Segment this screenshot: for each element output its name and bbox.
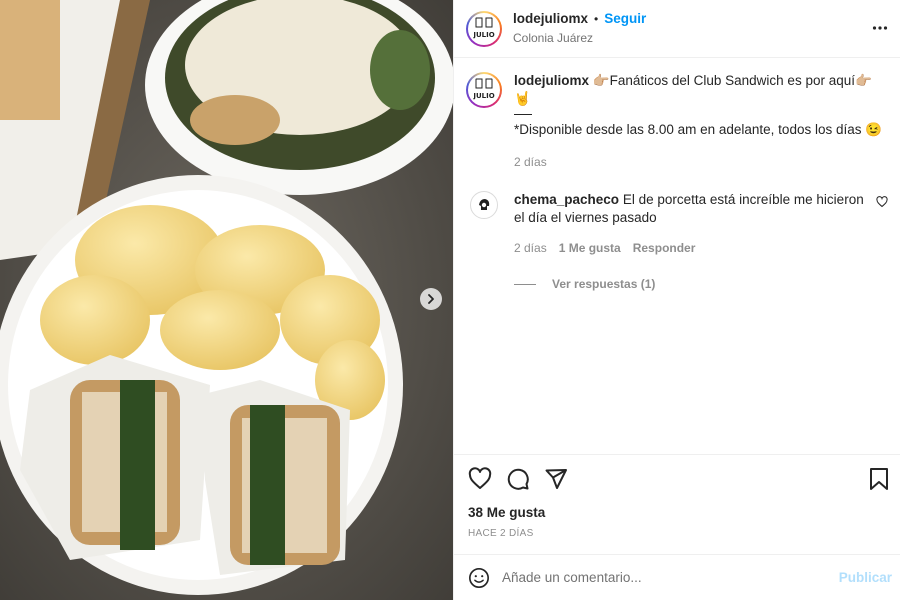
profile-avatar[interactable]: JULIO <box>466 10 502 47</box>
heart-icon <box>468 466 492 489</box>
publish-button[interactable]: Publicar <box>839 570 892 585</box>
caption-avatar[interactable]: JULIO <box>466 72 502 108</box>
caption-line-2: *Disponible desde las 8.00 am en adelant… <box>514 122 883 137</box>
header-username[interactable]: lodejuliomx <box>513 10 588 28</box>
more-horizontal-icon <box>872 26 888 30</box>
like-button[interactable] <box>468 466 492 494</box>
comment-item: chema_pacheco El de porcetta está increí… <box>466 191 888 257</box>
user-avatar-icon <box>479 199 490 210</box>
post-photo[interactable] <box>0 0 453 600</box>
share-button[interactable] <box>544 467 568 494</box>
heart-icon <box>876 196 888 208</box>
send-icon <box>545 468 567 489</box>
commenter-avatar[interactable] <box>470 191 498 219</box>
post-side-panel: JULIO lodejuliomx • Seguir Colonia Juáre… <box>453 0 900 600</box>
comment-age: 2 días <box>514 241 547 255</box>
chevron-right-icon <box>428 294 434 304</box>
view-replies-button[interactable]: Ver respuestas (1) <box>514 277 888 291</box>
caption-divider <box>514 114 532 115</box>
save-button[interactable] <box>868 467 890 494</box>
caption-age: 2 días <box>514 155 547 169</box>
comment-like-button[interactable] <box>876 195 888 211</box>
brand-logo-icon: JULIO <box>472 17 495 39</box>
next-photo-button[interactable] <box>420 288 442 310</box>
emoji-button[interactable] <box>468 567 490 589</box>
location-link[interactable]: Colonia Juárez <box>513 29 646 47</box>
logo-text: JULIO <box>472 31 494 39</box>
comments-section: JULIO lodejuliomx 👉🏼Fanáticos del Club S… <box>454 58 900 454</box>
view-replies-label: Ver respuestas (1) <box>552 277 656 291</box>
comment-username[interactable]: chema_pacheco <box>514 192 619 207</box>
post-actions: 38 Me gusta HACE 2 DÍAS <box>454 454 900 554</box>
reply-button[interactable]: Responder <box>633 239 696 257</box>
post-timestamp: HACE 2 DÍAS <box>468 528 534 539</box>
comment-button[interactable] <box>506 467 530 494</box>
food-photo-illustration <box>0 0 453 600</box>
separator-dot: • <box>594 12 599 26</box>
brand-logo-icon: JULIO <box>472 78 495 100</box>
bookmark-icon <box>870 468 888 490</box>
follow-button[interactable]: Seguir <box>604 10 646 28</box>
post-header: JULIO lodejuliomx • Seguir Colonia Juáre… <box>454 0 900 58</box>
instagram-post-view: JULIO lodejuliomx • Seguir Colonia Juáre… <box>0 0 900 600</box>
emoji-icon <box>469 567 489 588</box>
comment-input[interactable] <box>502 570 839 585</box>
likes-count[interactable]: 38 Me gusta <box>468 505 888 520</box>
comment-bubble-icon <box>507 468 529 490</box>
logo-text: JULIO <box>472 92 494 100</box>
replies-line <box>514 283 536 285</box>
comment-likes[interactable]: 1 Me gusta <box>559 239 621 257</box>
more-options-button[interactable] <box>872 20 888 39</box>
post-caption: JULIO lodejuliomx 👉🏼Fanáticos del Club S… <box>466 72 888 171</box>
add-comment-bar: Publicar <box>454 554 900 600</box>
caption-username[interactable]: lodejuliomx <box>514 73 589 88</box>
